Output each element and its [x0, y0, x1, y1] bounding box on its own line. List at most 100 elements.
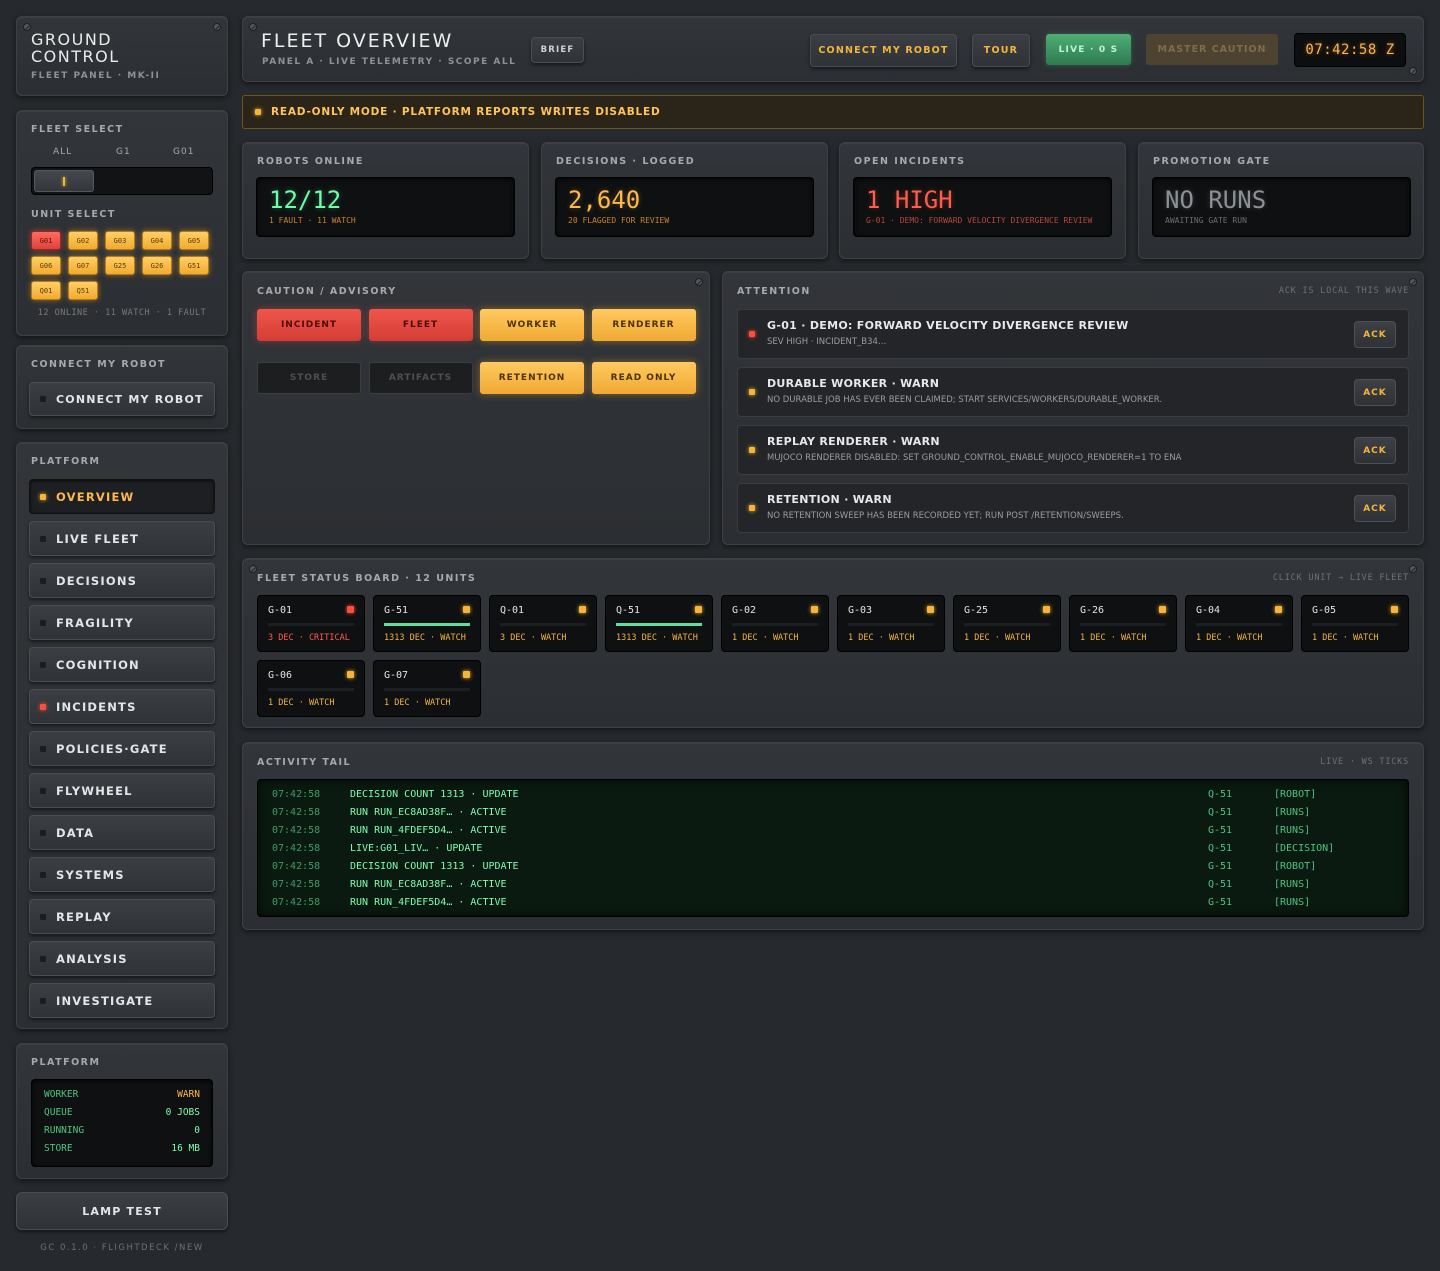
- unit-card[interactable]: G-26 1 DEC · WATCH: [1069, 595, 1177, 652]
- fleet-option-all[interactable]: ALL: [53, 147, 72, 157]
- unit-card[interactable]: G-03 1 DEC · WATCH: [837, 595, 945, 652]
- nav-item-overview[interactable]: OVERVIEW: [29, 479, 215, 514]
- log-tag: [ROBOT]: [1274, 861, 1317, 872]
- unit-card[interactable]: Q-01 3 DEC · WATCH: [489, 595, 597, 652]
- unit-chip[interactable]: G06: [31, 256, 61, 275]
- unit-card[interactable]: G-05 1 DEC · WATCH: [1301, 595, 1409, 652]
- lamp-icon: [40, 493, 46, 500]
- caution-retention[interactable]: RETENTION: [480, 362, 584, 394]
- unit-status: 1 DEC · WATCH: [848, 633, 915, 643]
- activity-note: LIVE · WS TICKS: [1320, 757, 1409, 767]
- nav-item-label: FRAGILITY: [56, 615, 134, 630]
- unit-card[interactable]: Q-51 1313 DEC · WATCH: [605, 595, 713, 652]
- nav-item-label: DECISIONS: [56, 573, 138, 588]
- platform-nav-label: PLATFORM: [31, 456, 101, 467]
- unit-chip[interactable]: G02: [68, 231, 98, 250]
- ack-button[interactable]: ACK: [1354, 321, 1396, 348]
- unit-chip[interactable]: G03: [105, 231, 135, 250]
- unit-card[interactable]: G-06 1 DEC · WATCH: [257, 660, 365, 717]
- nav-item-incidents[interactable]: INCIDENTS: [29, 689, 215, 724]
- log-tag: [DECISION]: [1274, 843, 1335, 854]
- nav-item-fragility[interactable]: FRAGILITY: [29, 605, 215, 640]
- ack-button[interactable]: ACK: [1354, 437, 1396, 464]
- unit-chip[interactable]: G51: [179, 256, 209, 275]
- nav-item-live-fleet[interactable]: LIVE FLEET: [29, 521, 215, 556]
- master-caution-button[interactable]: MASTER CAUTION: [1146, 34, 1278, 65]
- unit-card[interactable]: G-51 1313 DEC · WATCH: [373, 595, 481, 652]
- connect-panel: CONNECT MY ROBOT CONNECT MY ROBOT: [16, 345, 228, 429]
- unit-card[interactable]: G-02 1 DEC · WATCH: [721, 595, 829, 652]
- unit-chip[interactable]: G05: [179, 231, 209, 250]
- unit-chip[interactable]: G04: [142, 231, 172, 250]
- caution-incident[interactable]: INCIDENT: [257, 309, 361, 341]
- log-tag: [ROBOT]: [1274, 789, 1317, 800]
- unit-chip[interactable]: Q51: [68, 281, 98, 300]
- unit-progress: [268, 688, 354, 691]
- caution-artifacts[interactable]: ARTIFACTS: [368, 362, 473, 394]
- stat-screen: 2,640 20 FLAGGED FOR REVIEW: [555, 177, 814, 237]
- brief-button[interactable]: BRIEF: [531, 37, 584, 63]
- lamp-icon: [40, 396, 46, 402]
- lamp-icon: [40, 913, 46, 920]
- unit-card[interactable]: G-04 1 DEC · WATCH: [1185, 595, 1293, 652]
- status-key: WORKER: [44, 1089, 79, 1100]
- status-value: WARN: [177, 1089, 200, 1100]
- unit-chip[interactable]: G25: [105, 256, 135, 275]
- ack-button[interactable]: ACK: [1354, 495, 1396, 522]
- unit-chip[interactable]: G07: [68, 256, 98, 275]
- fleet-option-g01[interactable]: G01: [173, 147, 194, 157]
- unit-status: 1 DEC · WATCH: [1196, 633, 1263, 643]
- unit-chip[interactable]: G01: [31, 231, 61, 250]
- unit-card[interactable]: G-07 1 DEC · WATCH: [373, 660, 481, 717]
- caution-worker[interactable]: WORKER: [480, 309, 584, 341]
- slider-knob[interactable]: [34, 170, 94, 192]
- fleet-option-g1[interactable]: G1: [116, 147, 131, 157]
- nav-item-analysis[interactable]: ANALYSIS: [29, 941, 215, 976]
- platform-nav-panel: PLATFORM OVERVIEW LIVE FLEET DECISIONS FRAG…: [16, 442, 228, 1029]
- nav-item-investigate[interactable]: INVESTIGATE: [29, 983, 215, 1018]
- tour-button[interactable]: TOUR: [972, 34, 1030, 67]
- stat-sub: 20 FLAGGED FOR REVIEW: [568, 216, 670, 225]
- header-connect-button[interactable]: CONNECT MY ROBOT: [810, 34, 957, 67]
- unit-name: G-04: [1196, 605, 1221, 616]
- page-subtitle: PANEL A · LIVE TELEMETRY · SCOPE ALL: [262, 57, 517, 67]
- fleet-status-board: FLEET STATUS BOARD · 12 UNITS CLICK UNIT…: [242, 558, 1424, 728]
- caution-fleet[interactable]: FLEET: [368, 309, 473, 341]
- brand-subtitle: FLEET PANEL · MK-II: [31, 71, 161, 81]
- lamp-icon: [40, 535, 46, 542]
- brand-title-line1: GROUND: [31, 30, 113, 49]
- activity-log-screen[interactable]: 07:42:58 DECISION COUNT 1313 · UPDATE Q-51…: [257, 779, 1409, 917]
- unit-name: G-01: [268, 605, 293, 616]
- unit-progress: [384, 688, 470, 691]
- nav-item-flywheel[interactable]: FLYWHEEL: [29, 773, 215, 808]
- nav-item-data[interactable]: DATA: [29, 815, 215, 850]
- unit-card[interactable]: G-01 3 DEC · CRITICAL: [257, 595, 365, 652]
- nav-item-decisions[interactable]: DECISIONS: [29, 563, 215, 598]
- unit-card[interactable]: G-25 1 DEC · WATCH: [953, 595, 1061, 652]
- unit-chip[interactable]: G26: [142, 256, 172, 275]
- ack-button[interactable]: ACK: [1354, 379, 1396, 406]
- lamp-icon: [749, 331, 755, 337]
- nav-item-replay[interactable]: REPLAY: [29, 899, 215, 934]
- nav-item-systems[interactable]: SYSTEMS: [29, 857, 215, 892]
- connect-my-robot-button[interactable]: CONNECT MY ROBOT: [29, 382, 215, 416]
- nav-item-label: INCIDENTS: [56, 699, 137, 714]
- unit-chip[interactable]: Q01: [31, 281, 61, 300]
- log-message: RUN RUN_4FDEF5D4… · ACTIVE: [350, 825, 507, 836]
- stat-screen: 1 HIGH G-01 · DEMO: FORWARD VELOCITY DIVE…: [853, 177, 1112, 237]
- stat-label: DECISIONS · LOGGED: [556, 156, 696, 167]
- attention-title: RETENTION · WARN: [767, 493, 892, 506]
- unit-name: Q-01: [500, 605, 525, 616]
- fleet-select-slider[interactable]: [31, 167, 213, 195]
- caution-store[interactable]: STORE: [257, 362, 361, 394]
- caution-renderer[interactable]: RENDERER: [591, 309, 696, 341]
- lamp-test-button[interactable]: LAMP TEST: [16, 1192, 228, 1230]
- live-indicator[interactable]: LIVE · 0 S: [1046, 34, 1131, 65]
- caution-read-only[interactable]: READ ONLY: [591, 362, 696, 394]
- stat-screen: 12/12 1 FAULT · 11 WATCH: [256, 177, 515, 237]
- stat-screen: NO RUNS AWAITING GATE RUN: [1152, 177, 1411, 237]
- lamp-icon: [40, 997, 46, 1004]
- lamp-icon: [40, 955, 46, 962]
- nav-item-cognition[interactable]: COGNITION: [29, 647, 215, 682]
- nav-item-policies-gate[interactable]: POLICIES·GATE: [29, 731, 215, 766]
